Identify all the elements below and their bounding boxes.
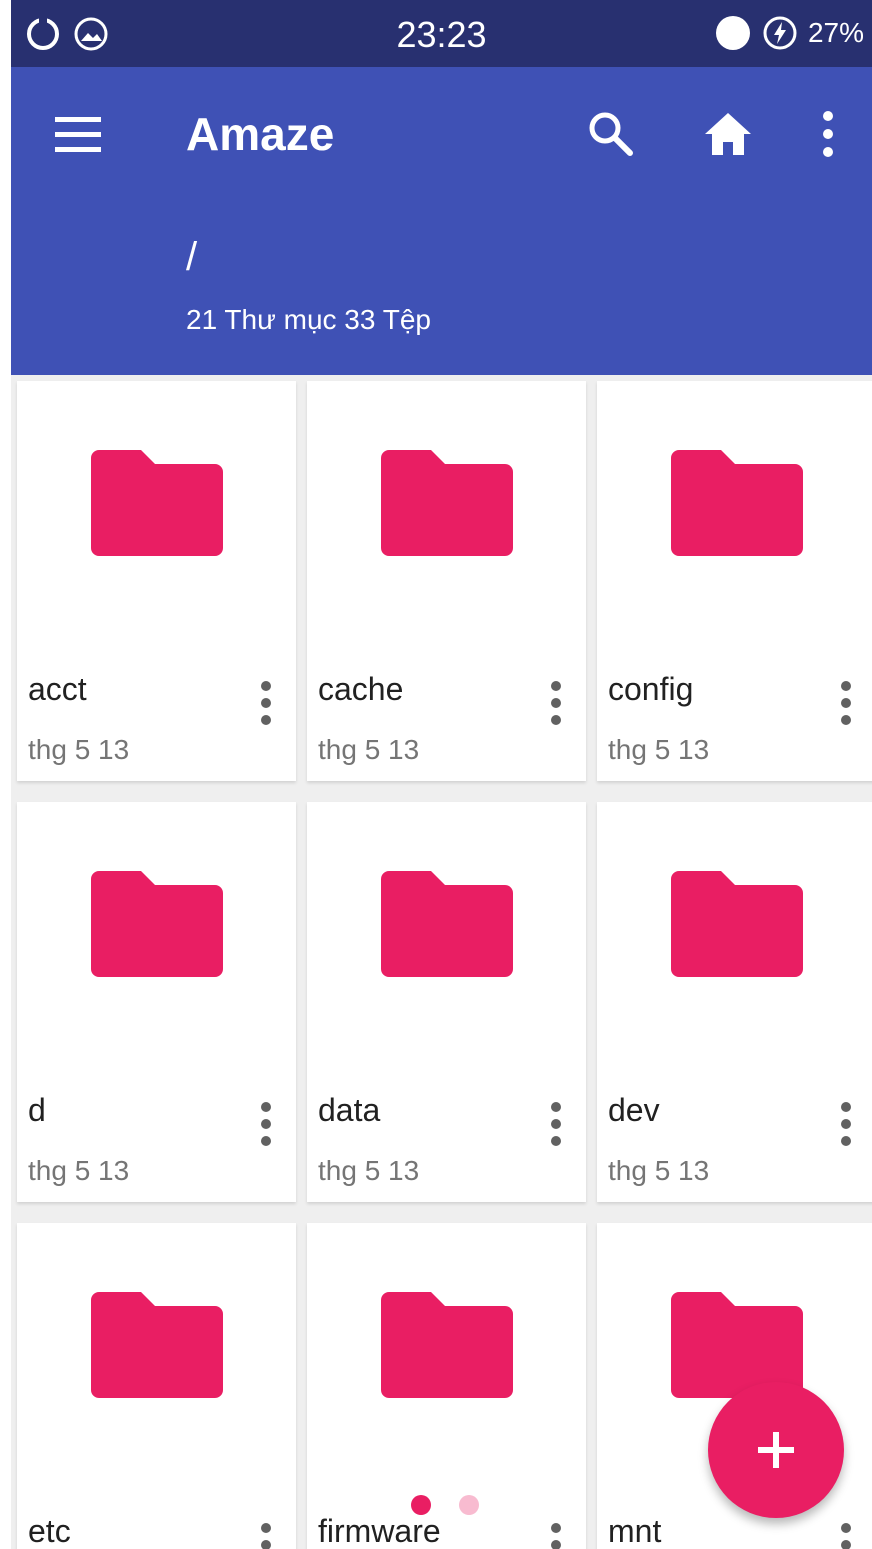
home-icon (705, 113, 751, 155)
folder-name: mnt (608, 1513, 662, 1549)
folder-name: d (28, 1092, 46, 1128)
folder-icon (381, 1292, 513, 1398)
notification-dot-icon (715, 16, 750, 50)
folder-date: thg 5 13 (28, 1155, 130, 1186)
current-path[interactable]: / (186, 235, 197, 280)
folder-date: thg 5 13 (318, 1155, 420, 1186)
battery-percent: 27% (807, 17, 864, 48)
plus-icon (758, 1432, 794, 1468)
folder-card[interactable]: etc (17, 1223, 296, 1549)
hamburger-menu-icon (55, 117, 101, 152)
app-title: Amaze (186, 108, 335, 160)
screen: 23:23 27% Amaze / 21 Thư mục 33 Tệp acct… (11, 0, 872, 1549)
folder-card[interactable]: data thg 5 13 (307, 802, 586, 1202)
folder-icon (91, 450, 223, 556)
folder-name: acct (28, 671, 87, 707)
folder-icon (671, 871, 803, 977)
folder-date: thg 5 13 (608, 734, 710, 765)
folder-date: thg 5 13 (318, 734, 420, 765)
home-button[interactable] (701, 107, 755, 161)
folder-name: etc (28, 1513, 71, 1549)
folder-icon (381, 871, 513, 977)
add-fab-button[interactable] (708, 1382, 844, 1518)
more-vert-icon[interactable] (543, 679, 569, 727)
folder-icon (381, 450, 513, 556)
page-dot (459, 1495, 479, 1515)
battery-charging-icon (763, 16, 797, 50)
folder-file-summary: 21 Thư mục 33 Tệp (186, 304, 431, 335)
more-vert-icon[interactable] (253, 679, 279, 727)
folder-card[interactable]: dev thg 5 13 (597, 802, 872, 1202)
folder-card[interactable]: d thg 5 13 (17, 802, 296, 1202)
folder-icon (671, 450, 803, 556)
folder-card[interactable]: config thg 5 13 (597, 381, 872, 781)
more-vert-icon[interactable] (253, 1100, 279, 1148)
folder-icon (91, 1292, 223, 1398)
search-icon (589, 112, 633, 156)
folder-icon (91, 871, 223, 977)
search-button[interactable] (584, 107, 638, 161)
more-vert-icon[interactable] (833, 1100, 859, 1148)
more-vert-icon[interactable] (543, 1100, 569, 1148)
page-dot-active (411, 1495, 431, 1515)
status-right-icons: 27% (714, 14, 864, 52)
folder-card[interactable]: acct thg 5 13 (17, 381, 296, 781)
more-vert-icon[interactable] (253, 1521, 279, 1549)
folder-name: data (318, 1092, 381, 1128)
more-vert-icon (823, 111, 833, 157)
menu-button[interactable] (47, 107, 111, 163)
status-bar: 23:23 27% (11, 0, 872, 67)
overflow-menu-button[interactable] (811, 107, 845, 161)
more-vert-icon[interactable] (833, 1521, 859, 1549)
folder-name: config (608, 671, 694, 707)
folder-date: thg 5 13 (608, 1155, 710, 1186)
page-indicator (411, 1495, 479, 1515)
folder-card[interactable]: cache thg 5 13 (307, 381, 586, 781)
more-vert-icon[interactable] (833, 679, 859, 727)
folder-name: dev (608, 1092, 660, 1128)
more-vert-icon[interactable] (543, 1521, 569, 1549)
folder-name: cache (318, 671, 404, 707)
app-bar: Amaze / 21 Thư mục 33 Tệp (11, 67, 872, 375)
folder-name: firmware (318, 1513, 441, 1549)
folder-date: thg 5 13 (28, 734, 130, 765)
